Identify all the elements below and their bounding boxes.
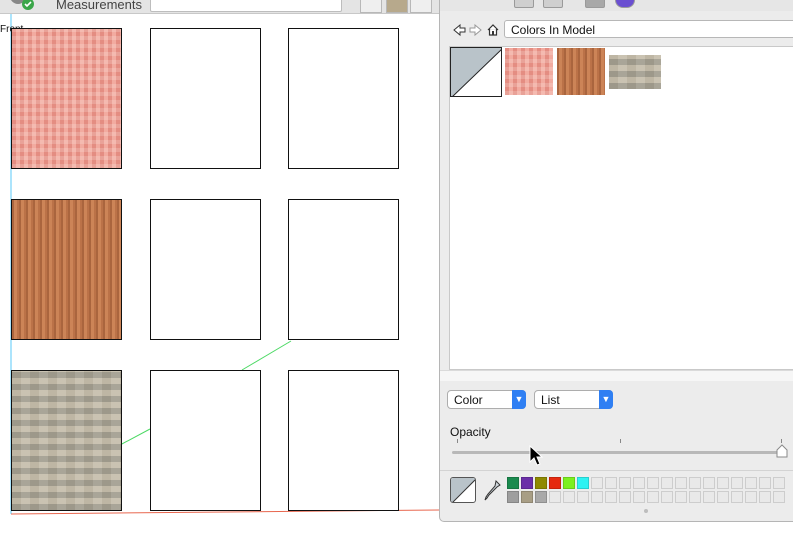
palette-empty-cell[interactable] [717, 477, 729, 489]
opacity-tick [457, 439, 458, 443]
palette-color[interactable] [563, 477, 575, 489]
opacity-tick [781, 439, 782, 443]
opacity-slider-thumb[interactable] [776, 444, 788, 458]
palette-color[interactable] [521, 477, 533, 489]
palette-empty-cell[interactable] [647, 477, 659, 489]
color-mode-select[interactable]: Color ▼ [447, 390, 526, 409]
swatch-grid [449, 46, 793, 370]
face-empty[interactable] [150, 370, 261, 511]
palette-empty-cell[interactable] [549, 491, 561, 503]
divider [440, 470, 793, 471]
palette-empty-cell[interactable] [773, 491, 785, 503]
palette-empty-cell[interactable] [717, 491, 729, 503]
resize-grip[interactable] [644, 509, 648, 513]
palette-empty-cell[interactable] [577, 491, 589, 503]
opacity-slider-track[interactable] [452, 451, 782, 454]
palette-empty-cell[interactable] [633, 477, 645, 489]
palette-empty-cell[interactable] [563, 491, 575, 503]
swatch-pink-pattern[interactable] [505, 48, 553, 95]
opacity-tick [620, 439, 621, 443]
palette-empty-cell[interactable] [591, 477, 603, 489]
face-pink[interactable] [11, 28, 122, 169]
palette-color[interactable] [577, 477, 589, 489]
front-view-icon[interactable] [410, 0, 432, 13]
palette-empty-cell[interactable] [731, 477, 743, 489]
face-empty[interactable] [288, 370, 399, 511]
palette-color[interactable] [507, 477, 519, 489]
tab-styles[interactable] [615, 0, 635, 8]
collection-select[interactable]: Colors In Model [504, 20, 793, 38]
model-viewport[interactable]: Front [0, 14, 440, 534]
palette-empty-cell[interactable] [675, 491, 687, 503]
palette-empty-cell[interactable] [689, 491, 701, 503]
palette-color[interactable] [521, 491, 533, 503]
palette-empty-cell[interactable] [703, 491, 715, 503]
chevron-down-icon: ▼ [512, 390, 526, 409]
palette-empty-cell[interactable] [633, 491, 645, 503]
top-view-icon[interactable] [386, 0, 408, 13]
palette-empty-cell[interactable] [605, 477, 617, 489]
list-view-select[interactable]: List ▼ [534, 390, 613, 409]
arrow-left-icon[interactable] [452, 22, 466, 38]
materials-panel: Colors In Model Color ▼ List ▼ Opacity [439, 0, 793, 522]
home-icon[interactable] [486, 22, 500, 38]
palette-empty-cell[interactable] [661, 491, 673, 503]
palette-color[interactable] [535, 477, 547, 489]
current-paint-swatch[interactable] [450, 477, 476, 503]
palette-empty-cell[interactable] [675, 477, 687, 489]
face-wood[interactable] [11, 199, 122, 340]
palette-empty-cell[interactable] [689, 477, 701, 489]
palette-empty-cell[interactable] [759, 477, 771, 489]
palette-empty-cell[interactable] [773, 477, 785, 489]
swatch-stone[interactable] [609, 55, 661, 89]
face-empty[interactable] [150, 28, 261, 169]
palette-empty-cell[interactable] [647, 491, 659, 503]
list-view-value: List [541, 393, 560, 407]
swatch-scroll-strip [440, 370, 793, 381]
palette-empty-cell[interactable] [745, 477, 757, 489]
face-empty[interactable] [288, 28, 399, 169]
face-stone[interactable] [11, 370, 122, 511]
palette-empty-cell[interactable] [731, 491, 743, 503]
measurements-label: Measurements [56, 0, 142, 12]
mouse-cursor-icon [529, 445, 543, 466]
current-material-icon [451, 478, 475, 502]
status-check-icon[interactable] [10, 0, 34, 12]
palette-empty-cell[interactable] [619, 491, 631, 503]
opacity-label: Opacity [450, 425, 491, 439]
arrow-right-icon[interactable] [469, 22, 483, 38]
face-empty[interactable] [288, 199, 399, 340]
chevron-down-icon: ▼ [599, 390, 613, 409]
panel-tabs [440, 0, 793, 11]
eyedropper-icon[interactable] [484, 479, 502, 501]
palette-empty-cell[interactable] [759, 491, 771, 503]
tab-materials[interactable] [585, 0, 605, 8]
palette-empty-cell[interactable] [745, 491, 757, 503]
tab-select[interactable] [543, 0, 563, 8]
swatch-default-material[interactable] [450, 47, 502, 97]
face-empty[interactable] [150, 199, 261, 340]
palette-color[interactable] [549, 477, 561, 489]
palette-color[interactable] [535, 491, 547, 503]
palette-empty-cell[interactable] [661, 477, 673, 489]
palette-color[interactable] [507, 491, 519, 503]
palette-empty-cell[interactable] [619, 477, 631, 489]
palette-empty-cell[interactable] [605, 491, 617, 503]
iso-view-icon[interactable] [360, 0, 382, 13]
default-material-icon [451, 48, 501, 96]
tab-edit[interactable] [514, 0, 534, 8]
color-mode-value: Color [454, 393, 483, 407]
palette-empty-cell[interactable] [703, 477, 715, 489]
swatch-wood[interactable] [557, 48, 605, 95]
palette-empty-cell[interactable] [591, 491, 603, 503]
measurements-input[interactable] [150, 0, 342, 12]
